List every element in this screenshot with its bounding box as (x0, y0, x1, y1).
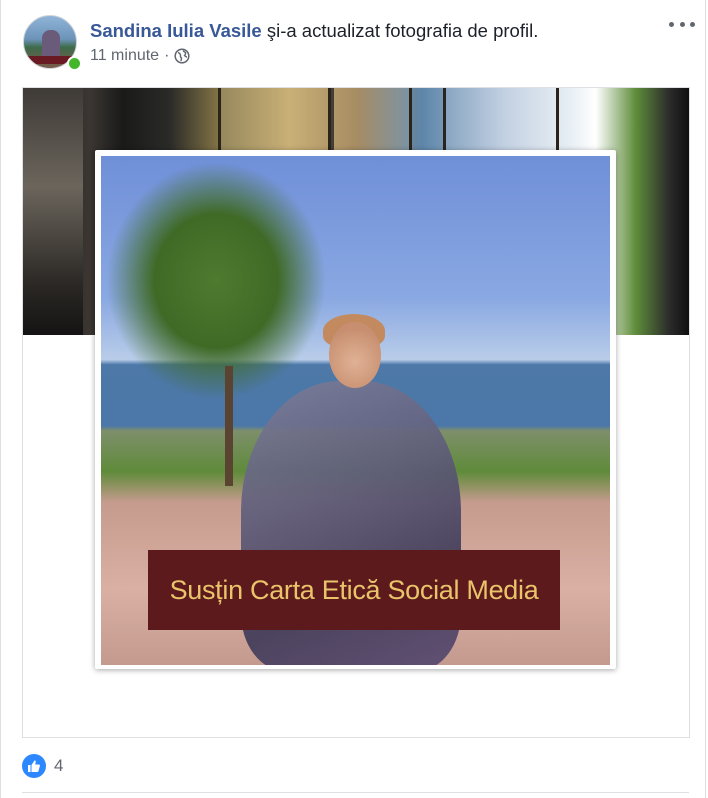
reaction-count[interactable]: 4 (54, 756, 63, 776)
cover-window-pane (443, 88, 559, 153)
meta-separator: · (164, 47, 170, 64)
cover-window-pane (218, 88, 334, 153)
post-meta: 11 minute · (90, 47, 190, 65)
photo-caption: Susțin Carta Etică Social Media (169, 574, 539, 605)
more-options-icon[interactable] (669, 14, 695, 34)
cover-window-pane (328, 88, 412, 153)
cover-shadow-block (23, 88, 83, 335)
post-action-text: şi-a actualizat fotografia de profil. (261, 20, 539, 41)
photo-tree (101, 156, 341, 416)
reaction-summary[interactable]: 4 (22, 754, 63, 778)
globe-icon[interactable] (174, 48, 190, 64)
photo-caption-frame: Susțin Carta Etică Social Media (148, 550, 560, 630)
author-name-link[interactable]: Sandina Iulia Vasile (90, 20, 262, 41)
online-status-indicator (67, 56, 82, 71)
post-header: Sandina Iulia Vasile şi-a actualizat fot… (90, 20, 538, 42)
feed-post: Sandina Iulia Vasile şi-a actualizat fot… (0, 0, 706, 798)
profile-picture: Susțin Carta Etică Social Media (101, 156, 610, 665)
photo-person-face (329, 322, 381, 388)
action-bar-divider (22, 792, 689, 793)
profile-picture-card[interactable]: Susțin Carta Etică Social Media (95, 150, 616, 669)
like-icon (22, 754, 46, 778)
photo-tree-trunk (225, 366, 233, 486)
post-timestamp[interactable]: 11 minute (90, 47, 159, 65)
